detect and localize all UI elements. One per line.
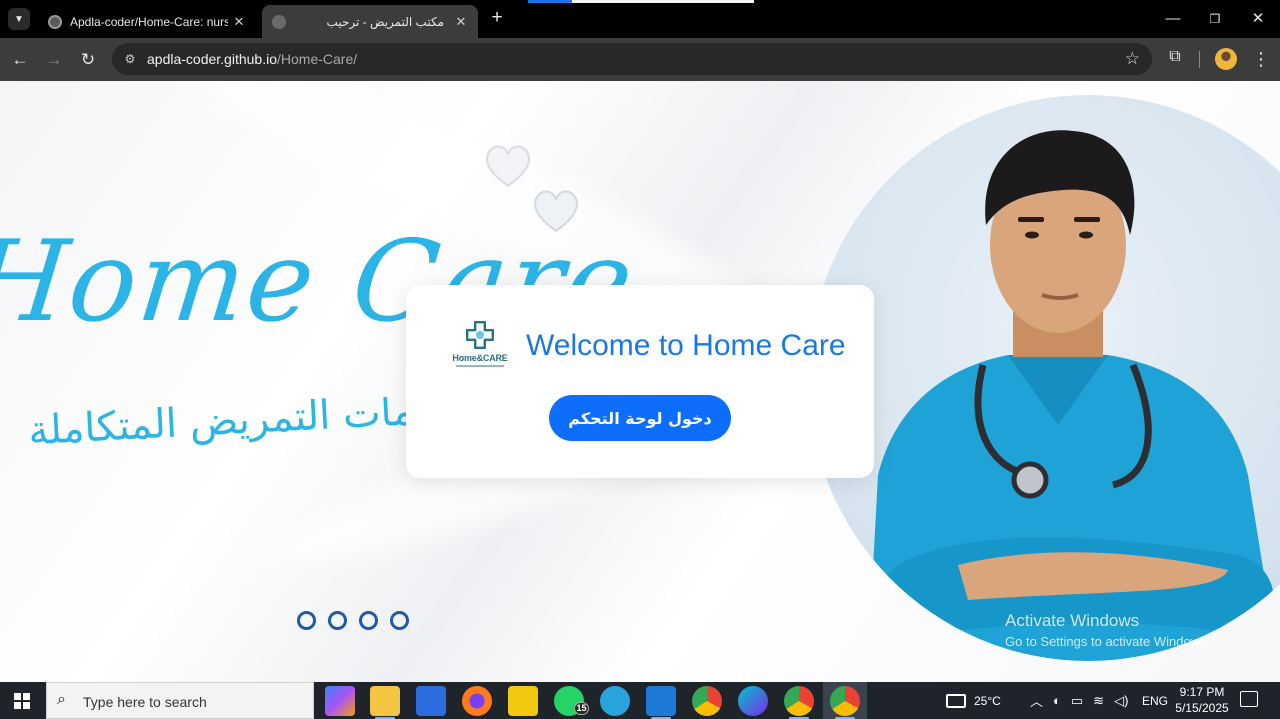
whatsapp-icon[interactable]: 15 xyxy=(554,686,589,716)
browser-tab-home-care[interactable]: مكتب التمريض - ترحيب ✕ xyxy=(262,5,478,38)
url-path: /Home-Care/ xyxy=(277,51,358,67)
medical-cross-icon xyxy=(466,321,494,349)
search-placeholder: Type here to search xyxy=(83,694,207,710)
system-tray-icons: ︿ ◐ ▭ ≋ ◁) xyxy=(1030,682,1128,719)
carousel-dot[interactable] xyxy=(359,611,378,630)
browser-tab-strip: ▼ Apdla-coder/Home-Care: nurse ✕ مكتب ال… xyxy=(0,0,1280,38)
restore-window-button[interactable]: ❐ xyxy=(1200,9,1230,29)
reload-icon[interactable]: ↻ xyxy=(76,48,100,72)
power-bi-icon[interactable] xyxy=(508,686,538,716)
chrome-profile-icon[interactable] xyxy=(784,686,814,719)
input-language[interactable]: ENG xyxy=(1142,682,1168,719)
url-text: apdla-coder.github.io/Home-Care/ xyxy=(147,51,357,67)
hero-arabic-text: خدمات التمريض المتكاملة xyxy=(27,397,440,455)
weather-icon xyxy=(946,693,966,708)
volume-icon[interactable]: ◁) xyxy=(1114,693,1128,709)
windows-taskbar: ⌕ Type here to search 15 25°C ︿ ◐ ▭ ≋ ◁)… xyxy=(0,682,1280,719)
carousel-dot[interactable] xyxy=(297,611,316,630)
tab-title: Apdla-coder/Home-Care: nurse xyxy=(70,14,228,29)
carousel-dot[interactable] xyxy=(390,611,409,630)
watermark-title: Activate Windows xyxy=(1005,611,1140,630)
globe-favicon-icon xyxy=(272,14,286,29)
address-bar[interactable]: ⚙ apdla-coder.github.io/Home-Care/ ☆ xyxy=(112,43,1152,75)
wifi-icon[interactable]: ≋ xyxy=(1093,693,1104,709)
browser-tab-github[interactable]: Apdla-coder/Home-Care: nurse ✕ xyxy=(38,5,256,38)
desktop-screen: ▼ Apdla-coder/Home-Care: nurse ✕ مكتب ال… xyxy=(0,0,1280,719)
new-tab-button[interactable]: + xyxy=(486,8,508,30)
temperature: 25°C xyxy=(974,693,1001,708)
logo-underline xyxy=(456,365,504,367)
github-favicon-icon xyxy=(48,14,62,29)
close-tab-icon[interactable]: ✕ xyxy=(454,14,468,30)
enter-dashboard-button[interactable]: دخول لوحة التحكم xyxy=(549,395,731,441)
home-care-welcome-page: Home Care خدمات التمريض المتكاملة Activa… xyxy=(0,81,1280,682)
fluffy-heart-icon xyxy=(482,140,534,192)
telegram-icon[interactable] xyxy=(600,686,630,716)
browser-toolbar: ← → ↻ ⚙ apdla-coder.github.io/Home-Care/… xyxy=(0,38,1280,81)
hero-arabic-tagline: خدمات التمريض المتكاملة xyxy=(0,397,440,467)
chrome-profile-active-icon[interactable] xyxy=(830,686,860,719)
chrome-icon[interactable] xyxy=(692,686,722,716)
welcome-card: Home&CARE Welcome to Home Care دخول لوحة… xyxy=(406,285,874,478)
carousel-indicators xyxy=(297,611,409,630)
screen-glint xyxy=(528,0,754,3)
clock-date: 5/15/2025 xyxy=(1175,701,1229,715)
home-care-logo: Home&CARE xyxy=(448,317,512,377)
vscode-icon[interactable] xyxy=(646,686,676,719)
nurse-illustration xyxy=(868,130,1278,661)
welcome-title: Welcome to Home Care xyxy=(526,329,846,362)
battery-icon[interactable]: ▭ xyxy=(1071,693,1083,709)
toolbar-divider xyxy=(1199,51,1200,68)
carousel-dot[interactable] xyxy=(328,611,347,630)
windows-logo-icon xyxy=(14,692,30,709)
tab-title: مكتب التمريض - ترحيب xyxy=(326,14,444,29)
firefox-icon[interactable] xyxy=(462,686,492,716)
tab-search-button[interactable]: ▼ xyxy=(8,8,30,30)
minimize-window-button[interactable]: — xyxy=(1158,9,1188,29)
taskbar-search-box[interactable]: ⌕ Type here to search xyxy=(46,682,314,719)
logo-wordmark: Home&CARE xyxy=(452,353,508,363)
taskbar-clock[interactable]: 9:17 PM 5/15/2025 xyxy=(1168,684,1236,716)
extensions-puzzle-icon[interactable]: ⧉ xyxy=(1164,48,1186,70)
file-explorer-icon[interactable] xyxy=(370,686,400,719)
watermark-subtitle: Go to Settings to activate Windows. xyxy=(1005,634,1211,649)
bookmark-star-icon[interactable]: ☆ xyxy=(1125,49,1140,69)
copilot-icon[interactable] xyxy=(325,686,355,716)
profile-avatar[interactable] xyxy=(1215,48,1237,70)
microsoft-store-icon[interactable] xyxy=(416,686,446,716)
close-window-button[interactable]: ✕ xyxy=(1243,9,1273,29)
nurse-photo xyxy=(808,95,1280,661)
whatsapp-unread-badge: 15 xyxy=(574,702,589,715)
meet-now-icon[interactable]: ◐ xyxy=(1053,693,1061,708)
notification-center-icon[interactable] xyxy=(1240,691,1258,707)
close-tab-icon[interactable]: ✕ xyxy=(232,14,246,30)
chevron-up-icon[interactable]: ︿ xyxy=(1030,691,1043,710)
url-host: apdla-coder.github.io xyxy=(147,51,277,67)
canva-icon[interactable] xyxy=(738,686,768,716)
clock-time: 9:17 PM xyxy=(1179,685,1225,699)
start-button[interactable] xyxy=(0,682,44,719)
forward-arrow-icon[interactable]: → xyxy=(42,48,66,72)
back-arrow-icon[interactable]: ← xyxy=(8,48,32,72)
kebab-menu-icon[interactable]: ⋮ xyxy=(1252,48,1270,70)
activate-windows-watermark: Activate Windows Go to Settings to activ… xyxy=(1005,611,1210,649)
search-icon: ⌕ xyxy=(57,691,66,708)
weather-widget[interactable]: 25°C xyxy=(946,682,1001,719)
site-settings-icon[interactable]: ⚙ xyxy=(122,51,138,67)
